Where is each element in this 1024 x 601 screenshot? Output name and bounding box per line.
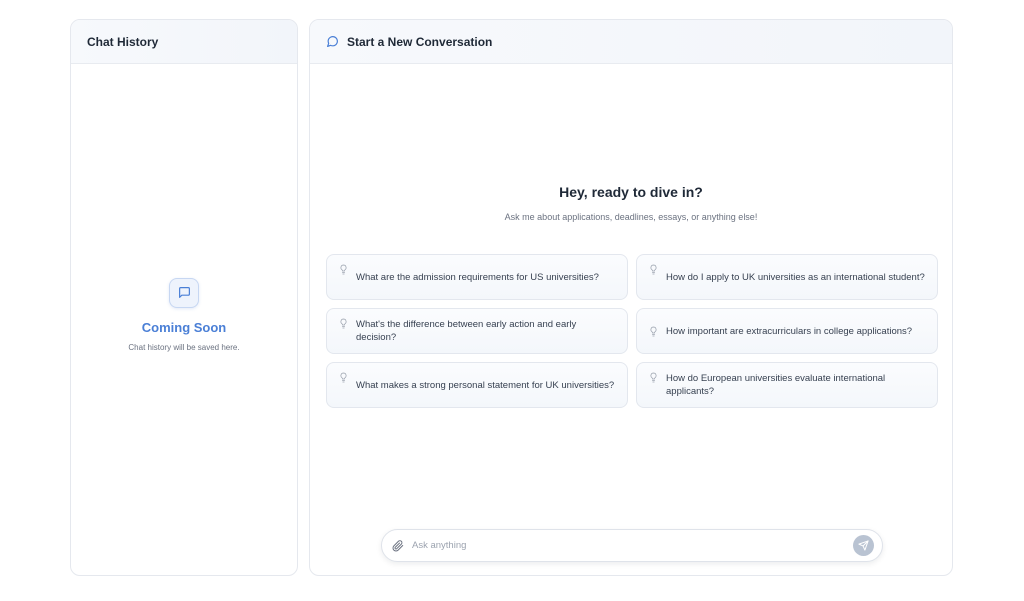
welcome-block: Hey, ready to dive in? Ask me about appl… — [310, 184, 952, 222]
suggestion-text: What are the admission requirements for … — [356, 271, 599, 283]
chat-header: Start a New Conversation — [310, 20, 952, 64]
suggestion-card-extracurriculars[interactable]: How important are extracurriculars in co… — [636, 308, 938, 354]
lightbulb-icon — [340, 264, 347, 275]
chat-history-empty-state: Coming Soon Chat history will be saved h… — [71, 64, 297, 575]
suggestion-card-personal-statement[interactable]: What makes a strong personal statement f… — [326, 362, 628, 408]
suggestion-text: How do I apply to UK universities as an … — [666, 271, 925, 283]
suggestion-card-early-action[interactable]: What's the difference between early acti… — [326, 308, 628, 354]
lightbulb-icon — [650, 264, 657, 275]
suggestion-grid: What are the admission requirements for … — [326, 254, 938, 408]
suggestion-card-european-universities[interactable]: How do European universities evaluate in… — [636, 362, 938, 408]
suggestion-text: What makes a strong personal statement f… — [356, 379, 615, 391]
suggestion-text: What's the difference between early acti… — [356, 319, 577, 343]
lightbulb-icon — [340, 372, 347, 383]
welcome-subtitle: Ask me about applications, deadlines, es… — [504, 212, 758, 222]
coming-soon-subtitle: Chat history will be saved here. — [128, 342, 240, 352]
chat-history-header: Chat History — [71, 20, 297, 64]
send-icon — [858, 540, 869, 551]
welcome-title: Hey, ready to dive in? — [559, 184, 703, 200]
message-input[interactable] — [412, 540, 853, 551]
chat-history-title: Chat History — [87, 34, 159, 49]
chat-bubble-icon — [327, 36, 338, 47]
suggestion-card-uk-apply[interactable]: How do I apply to UK universities as an … — [636, 254, 938, 300]
coming-soon-title: Coming Soon — [141, 319, 227, 335]
suggestion-text: How important are extracurriculars in co… — [666, 325, 913, 337]
lightbulb-icon — [650, 326, 657, 336]
suggestion-card-us-admission[interactable]: What are the admission requirements for … — [326, 254, 628, 300]
chat-header-title: Start a New Conversation — [347, 34, 493, 49]
message-composer — [381, 529, 883, 562]
suggestion-text: How do European universities evaluate in… — [666, 373, 886, 397]
chat-panel: Start a New Conversation Hey, ready to d… — [309, 19, 953, 576]
message-square-icon — [169, 277, 199, 308]
send-button[interactable] — [853, 535, 874, 556]
lightbulb-icon — [340, 318, 347, 329]
lightbulb-icon — [650, 372, 657, 383]
chat-history-panel: Chat History Coming Soon Chat history wi… — [70, 19, 298, 576]
paperclip-icon[interactable] — [392, 539, 404, 552]
